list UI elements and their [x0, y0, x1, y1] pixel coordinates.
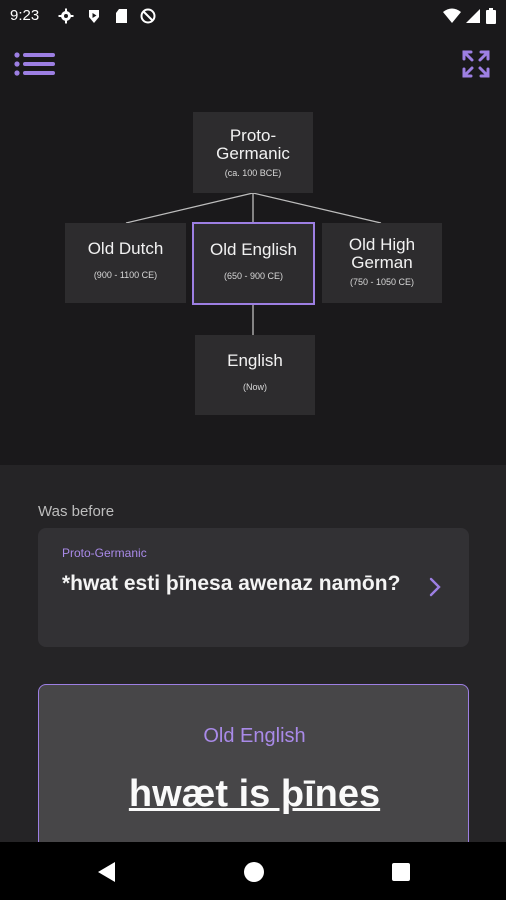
current-phrase[interactable]: hwæt is þīnes: [39, 771, 470, 817]
signal-icon: [466, 9, 480, 23]
wifi-icon: [443, 8, 461, 23]
expand-arrows-icon[interactable]: [460, 48, 492, 80]
was-before-heading: Was before: [38, 503, 115, 520]
tree-node-english[interactable]: English (Now): [195, 335, 315, 415]
node-name: English: [227, 351, 283, 370]
tree-node-old-high-german[interactable]: Old High German (750 - 1050 CE): [322, 223, 442, 303]
node-name: Old Dutch: [87, 239, 164, 258]
node-name: Proto-: [229, 126, 277, 145]
node-name: Old English: [210, 240, 297, 259]
current-language-label: Old English: [203, 725, 306, 747]
chevron-right-icon: [429, 577, 441, 597]
language-tree: Proto- Germanic (ca. 100 BCE) Old Dutch …: [0, 100, 506, 465]
play-icon: [89, 10, 99, 23]
previous-language-label: Proto-Germanic: [62, 546, 147, 560]
node-date: (750 - 1050 CE): [349, 277, 415, 287]
home-circle-icon[interactable]: [242, 860, 266, 884]
battery-icon: [486, 8, 496, 24]
status-bar: 9:23: [0, 0, 506, 32]
node-name: Old High: [348, 235, 416, 254]
previous-phrase: *hwat esti þīnesa awenaz namōn?: [62, 572, 401, 595]
node-date: (650 - 900 CE): [223, 271, 284, 281]
sd-card-icon: [116, 9, 127, 23]
node-date: (Now): [243, 382, 267, 392]
node-date: (ca. 100 BCE): [224, 168, 282, 178]
system-nav-bar: [0, 842, 506, 900]
tree-node-proto-germanic[interactable]: Proto- Germanic (ca. 100 BCE): [193, 112, 313, 193]
menu-button[interactable]: [14, 50, 56, 80]
tree-node-old-english[interactable]: Old English (650 - 900 CE): [192, 222, 315, 305]
tree-node-old-dutch[interactable]: Old Dutch (900 - 1100 CE): [65, 223, 186, 303]
node-name: Germanic: [216, 144, 290, 163]
gear-icon: [58, 8, 74, 24]
current-stage-card[interactable]: Old English hwæt is þīnes: [38, 684, 469, 854]
node-date: (900 - 1100 CE): [93, 270, 158, 280]
back-triangle-icon[interactable]: [95, 860, 119, 884]
no-sync-icon: [140, 8, 156, 24]
previous-stage-card[interactable]: Proto-Germanic *hwat esti þīnesa awenaz …: [38, 528, 469, 647]
status-time: 9:23: [10, 7, 40, 24]
node-name: German: [351, 253, 413, 272]
recents-square-icon[interactable]: [389, 860, 413, 884]
